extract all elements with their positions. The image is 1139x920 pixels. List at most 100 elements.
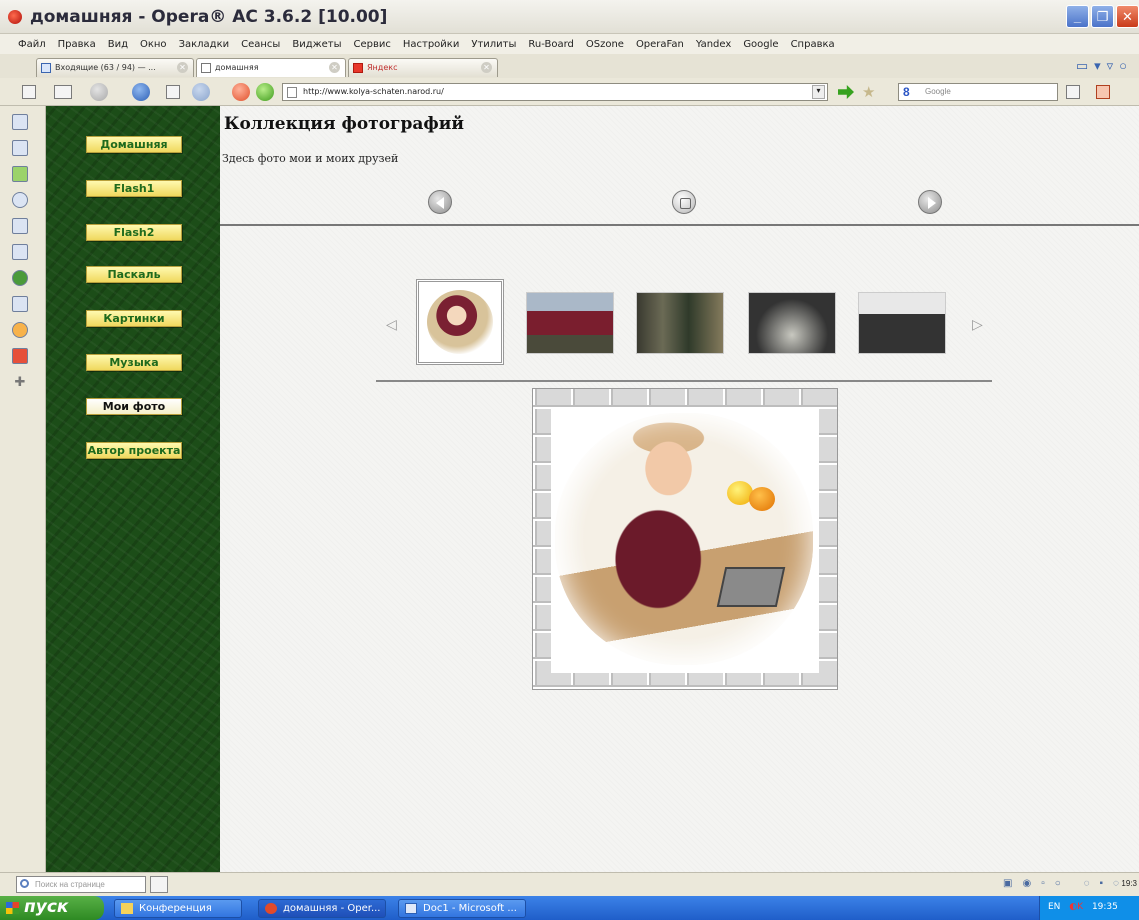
widgets-panel-icon[interactable] [12,270,28,286]
nav-pascal-button[interactable]: Паскаль [86,266,182,283]
history-icon[interactable] [166,85,180,99]
tab-close-icon[interactable]: ✕ [481,62,492,73]
add-panel-icon[interactable]: ✚ [12,374,28,390]
antivirus-icon[interactable]: ◐K [1069,902,1083,912]
yandex-icon [353,63,363,73]
menu-google[interactable]: Google [743,39,778,50]
thumbs-prev-arrow[interactable]: ◁ [386,316,397,333]
folder-icon [121,903,133,914]
menu-settings[interactable]: Настройки [403,39,459,50]
transfers-panel-icon[interactable] [12,218,28,234]
thumbnail-2[interactable] [526,292,614,354]
page-menu-icon[interactable] [1066,85,1080,99]
speed-dial-icon[interactable] [54,85,72,99]
contacts-panel-icon[interactable] [12,166,28,182]
menu-bookmarks[interactable]: Закладки [179,39,230,50]
search-field[interactable]: 8 Google [898,83,1058,101]
divider [220,224,1139,226]
menu-sessions[interactable]: Сеансы [241,39,280,50]
start-button[interactable]: пуск [0,896,104,920]
photo-image [555,413,813,665]
tab-close-icon[interactable]: ✕ [177,62,188,73]
search-icon [20,879,29,888]
menu-view[interactable]: Вид [108,39,128,50]
minimize-button[interactable]: _ [1066,5,1089,28]
menu-yandex[interactable]: Yandex [696,39,731,50]
nav-pictures-button[interactable]: Картинки [86,310,182,327]
tab-yandex[interactable]: Яндекс ✕ [348,58,498,77]
windows-taskbar: пуск Конференция домашняя - Oper... Doc1… [0,896,1139,920]
menu-help[interactable]: Справка [791,39,835,50]
opera-panel-bar: ✚ [0,106,46,872]
menu-oszone[interactable]: OSzone [586,39,624,50]
go-arrow-icon[interactable] [838,85,854,99]
panel-toggle-icon[interactable] [22,85,36,99]
find-in-page-field[interactable]: Поиск на странице [16,876,146,893]
page-icon [201,63,211,73]
language-indicator[interactable]: EN [1048,902,1060,912]
clock[interactable]: 19:35 [1092,902,1118,912]
history-panel-icon[interactable] [12,192,28,208]
word-icon [405,903,417,914]
status-time: 19:3 [1121,879,1137,888]
address-field[interactable]: http://www.kolya-schaten.narod.ru/ ▾ [282,83,828,101]
menu-utilities[interactable]: Утилиты [471,39,516,50]
thumbnail-5[interactable] [858,292,946,354]
tab-bar: Входящие (63 / 94) — ... ✕ домашняя ✕ Ян… [0,54,1139,78]
nav-my-photos-button[interactable]: Мои фото [86,398,182,415]
thumbs-next-arrow[interactable]: ▷ [972,316,983,333]
nav-flash2-button[interactable]: Flash2 [86,224,182,241]
tab-inbox[interactable]: Входящие (63 / 94) — ... ✕ [36,58,194,77]
mail-panel-icon[interactable] [12,140,28,156]
back-button[interactable] [132,83,150,101]
opera-icon [8,10,22,24]
bookmarks-panel-icon[interactable] [12,114,28,130]
tab-bar-tools[interactable]: ▭▾▿○ [1076,58,1133,74]
menu-operafan[interactable]: OperaFan [636,39,684,50]
nav-author-button[interactable]: Автор проекта [86,442,182,459]
reload-button[interactable] [256,83,274,101]
task-conference[interactable]: Конференция [114,899,242,918]
maximize-button[interactable]: ❐ [1091,5,1114,28]
search-engine-icon[interactable]: 8 [903,85,910,99]
tab-home[interactable]: домашняя ✕ [196,58,346,77]
extension-icon[interactable] [1096,85,1110,99]
task-word[interactable]: Doc1 - Microsoft ... [398,899,526,918]
chevron-down-icon[interactable]: ▾ [812,85,825,99]
tab-close-icon[interactable]: ✕ [329,62,340,73]
windows-panel-icon[interactable] [12,348,28,364]
photo-frame [551,407,819,673]
stop-button[interactable] [232,83,250,101]
rewind-button[interactable] [90,83,108,101]
links-panel-icon[interactable] [12,244,28,260]
menu-tools[interactable]: Сервис [353,39,390,50]
forward-button[interactable] [192,83,210,101]
menu-ruboard[interactable]: Ru-Board [528,39,573,50]
find-button[interactable] [150,876,168,893]
nav-music-button[interactable]: Музыка [86,354,182,371]
prev-photo-button[interactable] [428,190,452,214]
thumbnail-1[interactable] [416,279,504,365]
next-photo-button[interactable] [918,190,942,214]
windows-logo-icon [6,902,19,914]
task-opera[interactable]: домашняя - Oper... [258,899,386,918]
status-icons[interactable]: ▣◉▫○ ◌▪◌ [1003,878,1129,889]
thumbnail-4[interactable] [748,292,836,354]
address-toolbar: http://www.kolya-schaten.narod.ru/ ▾ ★ 8… [0,78,1139,106]
nav-home-button[interactable]: Домашняя [86,136,182,153]
address-url: http://www.kolya-schaten.narod.ru/ [303,87,444,96]
slideshow-button[interactable] [672,190,696,214]
menu-edit[interactable]: Правка [58,39,96,50]
thumbnail-3[interactable] [636,292,724,354]
info-panel-icon[interactable] [12,322,28,338]
smiley-icon [749,487,775,511]
notes-panel-icon[interactable] [12,296,28,312]
close-button[interactable]: ✕ [1116,5,1139,28]
menu-file[interactable]: Файл [18,39,46,50]
bookmark-star-icon[interactable]: ★ [862,83,875,101]
page-subtitle: Здесь фото мои и моих друзей [222,152,399,165]
nav-flash1-button[interactable]: Flash1 [86,180,182,197]
menu-widgets[interactable]: Виджеты [292,39,341,50]
divider [376,380,992,382]
menu-window[interactable]: Окно [140,39,167,50]
